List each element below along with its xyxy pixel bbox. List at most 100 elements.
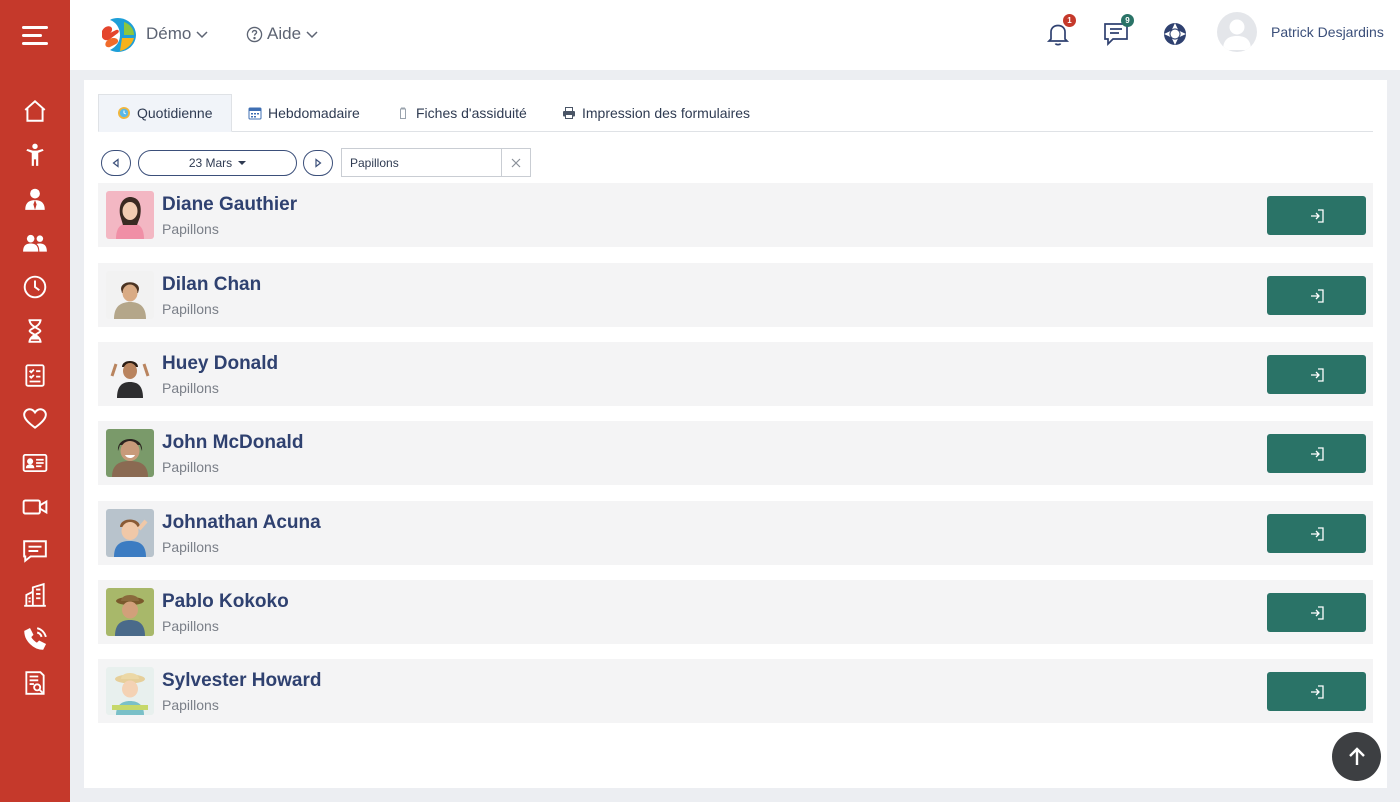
child-group: Papillons [162, 459, 219, 475]
notifications-badge: 1 [1063, 14, 1076, 27]
sign-in-icon [1310, 684, 1324, 699]
top-header: Démo Aide 1 9 Patrick Desjardins [70, 0, 1400, 70]
staff-icon[interactable] [22, 186, 48, 212]
child-name[interactable]: Huey Donald [162, 353, 278, 375]
tab-label: Hebdomadaire [268, 105, 360, 121]
date-picker[interactable]: 23 Mars [138, 150, 297, 176]
chevron-down-icon [196, 31, 208, 39]
check-in-button[interactable] [1267, 276, 1366, 315]
sign-in-icon [1310, 605, 1324, 620]
menu-toggle-icon[interactable] [22, 26, 48, 46]
child-group: Papillons [162, 539, 219, 555]
child-row: Huey Donald Papillons [98, 342, 1373, 406]
tab-label: Fiches d'assiduité [416, 105, 527, 121]
next-day-button[interactable] [303, 150, 333, 176]
hourglass-icon[interactable] [22, 318, 48, 344]
date-label: 23 Mars [188, 156, 233, 170]
notifications-button[interactable]: 1 [1044, 14, 1076, 48]
triangle-right-icon [315, 158, 322, 168]
sign-in-icon [1310, 526, 1324, 541]
child-group: Papillons [162, 697, 219, 713]
child-name[interactable]: Johnathan Acuna [162, 512, 321, 534]
tab-bar: Quotidienne Hebdomadaire Fiches d'assidu… [98, 94, 1373, 132]
sign-in-icon [1310, 208, 1324, 223]
scroll-to-top-button[interactable] [1332, 732, 1381, 781]
child-name[interactable]: Pablo Kokoko [162, 591, 289, 613]
child-photo [106, 271, 154, 319]
sign-in-icon [1310, 288, 1324, 303]
check-in-button[interactable] [1267, 355, 1366, 394]
sign-in-icon [1310, 367, 1324, 382]
phone-icon[interactable] [22, 626, 48, 652]
child-row: Sylvester Howard Papillons [98, 659, 1373, 723]
group-filter-input[interactable] [341, 148, 501, 177]
caret-down-icon [238, 161, 247, 165]
child-group: Papillons [162, 221, 219, 237]
daily-clock-icon [118, 107, 130, 119]
child-photo [106, 350, 154, 398]
org-label: Démo [146, 24, 192, 43]
help-menu[interactable]: Aide [246, 24, 319, 44]
child-icon[interactable] [22, 142, 48, 168]
checklist-icon[interactable] [22, 362, 48, 388]
arrow-up-icon [1348, 746, 1365, 765]
clear-filter-button[interactable] [501, 148, 531, 177]
triangle-left-icon [112, 158, 119, 168]
check-in-button[interactable] [1267, 196, 1366, 235]
attendance-panel: Quotidienne Hebdomadaire Fiches d'assidu… [84, 80, 1387, 788]
tab-daily[interactable]: Quotidienne [98, 94, 232, 132]
tab-print-forms[interactable]: Impression des formulaires [544, 94, 768, 132]
child-photo [106, 429, 154, 477]
check-in-button[interactable] [1267, 672, 1366, 711]
help-label: Aide [267, 24, 302, 43]
child-name[interactable]: Sylvester Howard [162, 670, 321, 692]
support-button[interactable] [1161, 20, 1189, 48]
messages-badge: 9 [1121, 14, 1134, 27]
tab-attendance-sheets[interactable]: Fiches d'assiduité [378, 94, 545, 132]
tab-weekly[interactable]: Hebdomadaire [230, 94, 378, 132]
check-in-button[interactable] [1267, 593, 1366, 632]
child-photo [106, 509, 154, 557]
child-group: Papillons [162, 301, 219, 317]
child-row: Pablo Kokoko Papillons [98, 580, 1373, 644]
user-name[interactable]: Patrick Desjardins [1271, 24, 1384, 40]
id-card-icon[interactable] [22, 450, 48, 476]
child-photo [106, 191, 154, 239]
report-icon[interactable] [22, 670, 48, 696]
lifebuoy-icon [1164, 23, 1186, 45]
child-name[interactable]: Dilan Chan [162, 274, 261, 296]
child-group: Papillons [162, 380, 219, 396]
close-icon [511, 158, 521, 167]
groups-icon[interactable] [22, 230, 48, 256]
messages-icon[interactable] [22, 538, 48, 564]
sidebar [0, 0, 70, 802]
child-photo [106, 667, 154, 715]
building-icon[interactable] [22, 582, 48, 608]
heart-icon[interactable] [22, 406, 48, 432]
check-in-button[interactable] [1267, 514, 1366, 553]
printer-icon [563, 107, 575, 119]
user-avatar[interactable] [1217, 12, 1257, 52]
check-in-button[interactable] [1267, 434, 1366, 473]
child-row: John McDonald Papillons [98, 421, 1373, 485]
clock-icon[interactable] [22, 274, 48, 300]
child-row: Diane Gauthier Papillons [98, 183, 1373, 247]
chevron-down-icon [306, 31, 318, 39]
messages-button[interactable]: 9 [1102, 14, 1134, 48]
calendar-icon [248, 107, 262, 120]
child-name[interactable]: Diane Gauthier [162, 194, 297, 216]
home-icon[interactable] [22, 98, 48, 124]
child-group: Papillons [162, 618, 219, 634]
tab-label: Quotidienne [137, 105, 213, 121]
question-circle-icon [246, 26, 263, 42]
child-name[interactable]: John McDonald [162, 432, 303, 454]
sign-in-icon [1310, 446, 1324, 461]
child-photo [106, 588, 154, 636]
child-row: Johnathan Acuna Papillons [98, 501, 1373, 565]
clipboard-icon [400, 107, 406, 119]
org-selector[interactable]: Démo [146, 24, 209, 44]
previous-day-button[interactable] [101, 150, 131, 176]
child-row: Dilan Chan Papillons [98, 263, 1373, 327]
tab-label: Impression des formulaires [582, 105, 751, 121]
video-icon[interactable] [22, 494, 48, 520]
